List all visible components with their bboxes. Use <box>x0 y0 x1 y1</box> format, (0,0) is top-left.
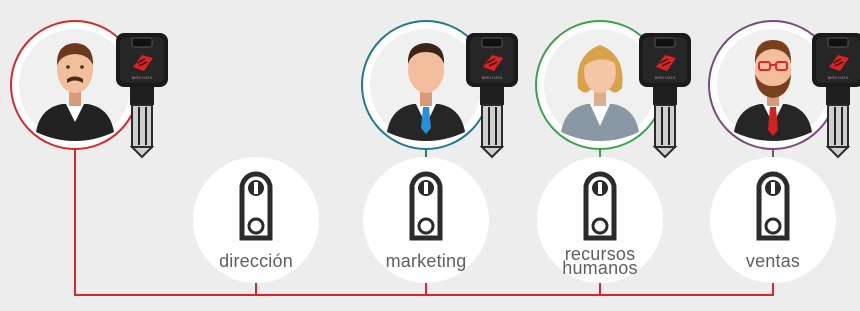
department-label-recursos-humanos: recursos humanos <box>535 245 665 278</box>
lock-cylinder-icon <box>412 174 440 238</box>
lock-cylinder-icon <box>586 174 614 238</box>
access-control-diagram: BIRD DATA <box>0 0 860 311</box>
lock-cylinder-icon <box>759 174 787 238</box>
department-label-marketing: marketing <box>385 251 467 271</box>
department-label-direccion: dirección <box>219 251 293 271</box>
lock-cylinder-icon <box>242 174 270 238</box>
department-label-ventas: ventas <box>745 251 801 271</box>
department-label-line-2: humanos <box>562 258 638 278</box>
